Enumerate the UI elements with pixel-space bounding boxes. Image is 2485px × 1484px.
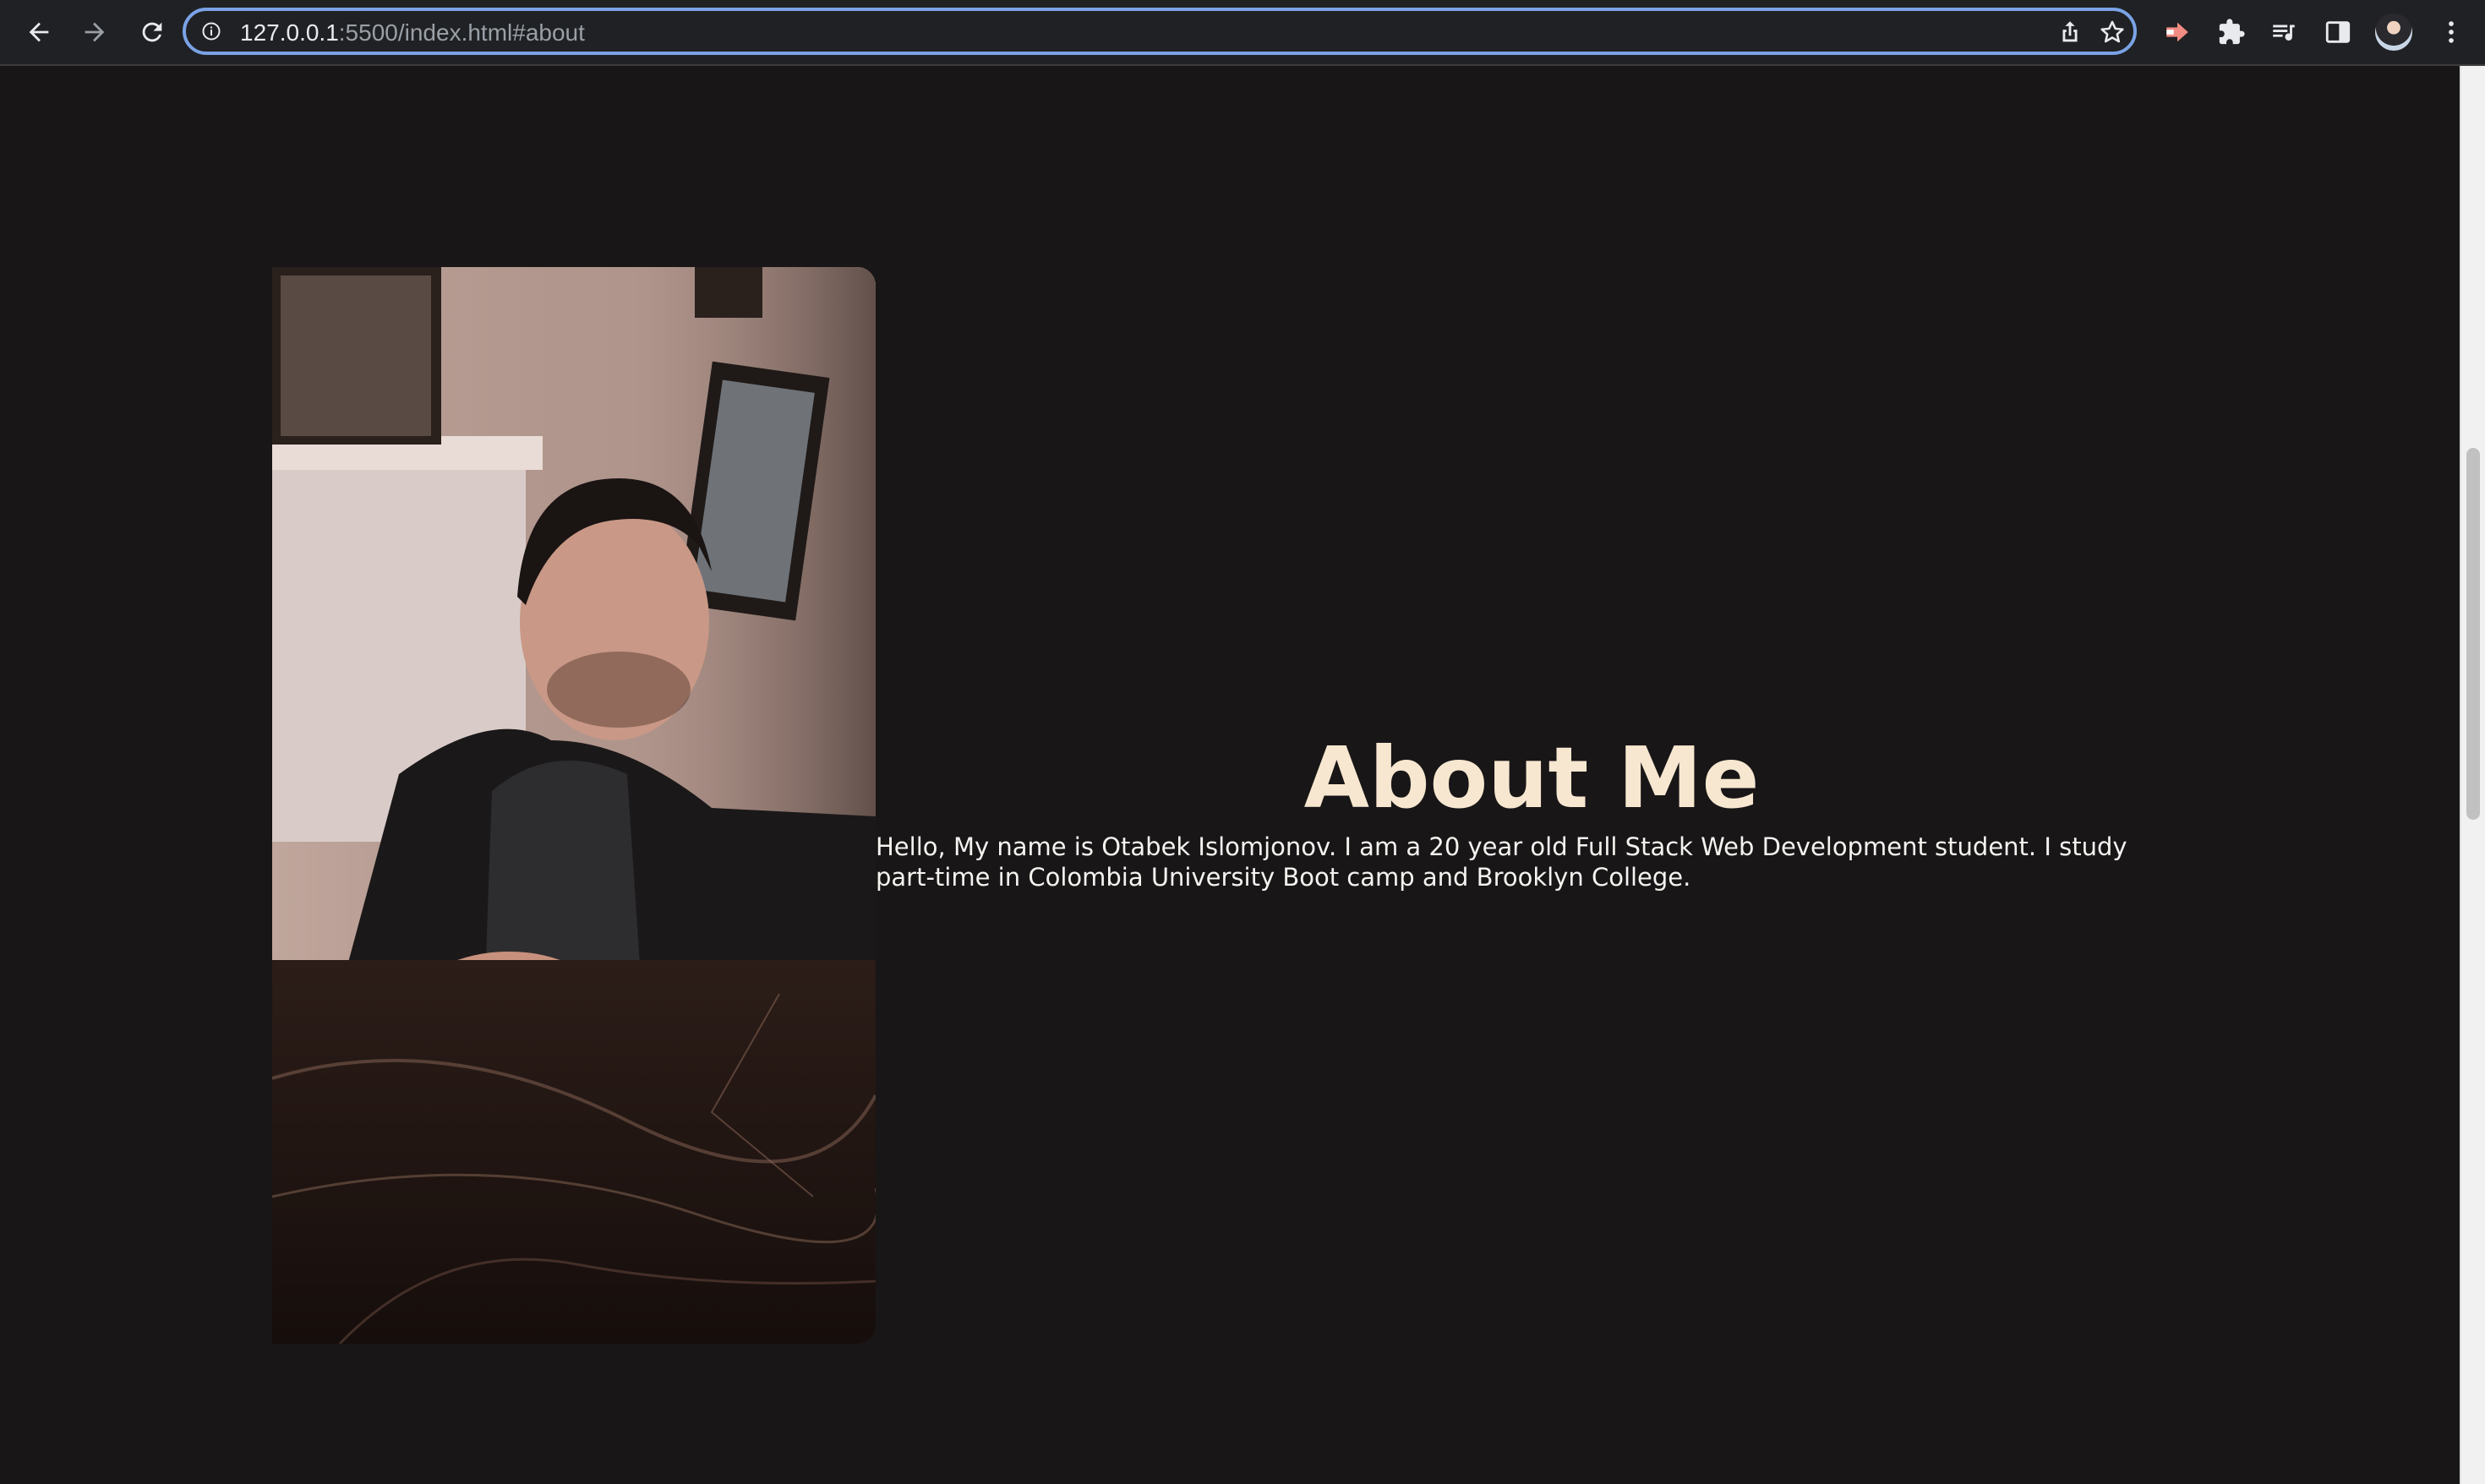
- browser-toolbar: 127.0.0.1:5500/index.html#about: [0, 0, 2485, 66]
- profile-photo: [272, 267, 876, 1344]
- about-title: About Me: [1303, 728, 1760, 827]
- forward-arrow-icon[interactable]: [78, 15, 112, 49]
- puzzle-icon[interactable]: [2215, 15, 2248, 49]
- profile-avatar[interactable]: [2375, 14, 2412, 51]
- scrollbar-thumb[interactable]: [2466, 448, 2480, 820]
- side-panel-icon[interactable]: [2321, 15, 2355, 49]
- url-text[interactable]: 127.0.0.1:5500/index.html#about: [240, 19, 585, 46]
- star-icon[interactable]: [2098, 18, 2127, 46]
- reading-list-icon[interactable]: [2267, 15, 2301, 49]
- url-path: :5500/index.html#about: [338, 19, 585, 46]
- kebab-menu-icon[interactable]: [2434, 15, 2468, 49]
- about-paragraph: Hello, My name is Otabek Islomjonov. I a…: [876, 832, 2127, 892]
- info-icon[interactable]: [201, 21, 221, 41]
- reload-icon[interactable]: [135, 15, 169, 49]
- extension-icon[interactable]: [2160, 15, 2194, 49]
- back-arrow-icon[interactable]: [22, 15, 56, 49]
- share-icon[interactable]: [2056, 18, 2084, 46]
- address-bar[interactable]: 127.0.0.1:5500/index.html#about: [183, 8, 2137, 55]
- url-host: 127.0.0.1: [240, 19, 339, 46]
